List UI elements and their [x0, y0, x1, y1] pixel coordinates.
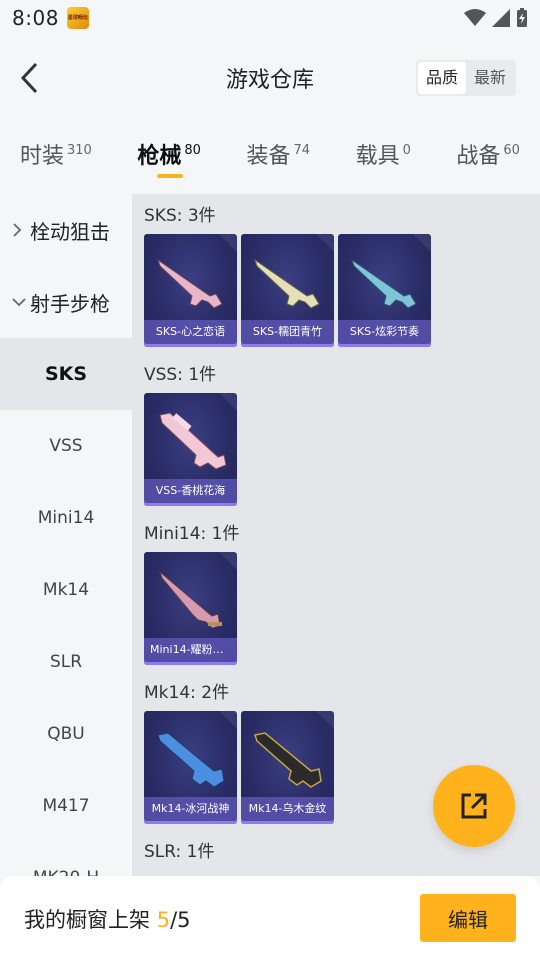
sidebar-item-vss[interactable]: VSS [0, 410, 132, 482]
showcase-label: 我的橱窗上架 5/5 [24, 904, 191, 934]
tab-gear[interactable]: 战备 60 [456, 122, 520, 192]
wifi-icon [464, 9, 486, 26]
tab-count: 60 [503, 143, 520, 158]
sidebar-category-label: 栓动狙击 [30, 219, 110, 244]
weapon-card[interactable]: Mk14-冰河战神 [144, 711, 237, 824]
sort-toggle: 品质 最新 [415, 60, 516, 96]
sidebar-item-mk20h[interactable]: MK20-H [0, 842, 132, 876]
tab-count: 0 [402, 143, 411, 158]
rifle-icon [159, 412, 227, 470]
tab-count: 310 [67, 143, 92, 158]
tab-firearms[interactable]: 枪械 80 [137, 122, 201, 192]
sidebar-item-m417[interactable]: M417 [0, 770, 132, 842]
rifle-icon [254, 732, 322, 788]
app-badge-logo: 星球畅玩 [67, 14, 88, 21]
weapon-card[interactable]: SKS-炫彩节奏 [338, 234, 431, 347]
weapon-card[interactable]: SKS-心之恋语 [144, 234, 237, 347]
sidebar-category-label: 射手步枪 [30, 291, 110, 316]
tab-count: 74 [293, 143, 311, 158]
tab-label: 装备 [246, 144, 291, 169]
group-title: Mini14: 1件 [144, 524, 240, 544]
weapon-card-name: VSS-香桃花海 [144, 479, 237, 503]
rifle-icon [351, 258, 417, 309]
tab-label: 载具 [355, 144, 400, 169]
weapon-card-name: SKS-心之恋语 [144, 320, 237, 344]
edit-button[interactable]: 编辑 [420, 894, 516, 942]
external-link-icon [461, 793, 487, 819]
sidebar-item-mini14[interactable]: Mini14 [0, 482, 132, 554]
status-time: 8:08 [12, 6, 59, 30]
card-row: SKS-心之恋语 SKS-糯团青竹 SKS-炫彩节奏 [144, 234, 540, 347]
weapon-type-sidebar: 栓动狙击 射手步枪 SKS VSS Mini14 Mk14 SLR QBU M4… [0, 194, 132, 876]
weapon-card-name: Mk14-乌木金纹 [241, 797, 334, 821]
card-row: Mini14-耀粉之雨 [144, 552, 540, 665]
rifle-icon [158, 570, 222, 629]
weapon-card[interactable]: Mk14-乌木金纹 [241, 711, 334, 824]
showcase-text: 我的橱窗上架 [24, 908, 150, 932]
sidebar-item-sks[interactable]: SKS [0, 338, 132, 410]
group-title: Mk14: 2件 [144, 683, 230, 703]
category-tabs: 时装 310 枪械 80 装备 74 载具 0 战备 60 [0, 122, 540, 192]
sidebar-item-slr[interactable]: SLR [0, 626, 132, 698]
tab-label: 时装 [20, 144, 65, 169]
weapon-card-name: Mk14-冰河战神 [144, 797, 237, 821]
card-row: VSS-香桃花海 [144, 393, 540, 506]
weapon-card[interactable]: VSS-香桃花海 [144, 393, 237, 506]
sidebar-item-mk14[interactable]: Mk14 [0, 554, 132, 626]
tab-count: 80 [184, 143, 201, 158]
tab-vehicles[interactable]: 载具 0 [356, 122, 411, 192]
showcase-bar: 我的橱窗上架 5/5 编辑 [0, 876, 540, 960]
signal-icon [492, 9, 510, 27]
chevron-down-icon [12, 297, 26, 307]
sidebar-category-dmr[interactable]: 射手步枪 [0, 266, 132, 338]
tab-fashion[interactable]: 时装 310 [20, 122, 92, 192]
sidebar-category-bolt-action[interactable]: 栓动狙击 [0, 194, 132, 266]
weapon-card-name: Mini14-耀粉之雨 [144, 638, 237, 662]
rifle-icon [157, 258, 223, 309]
sidebar-item-qbu[interactable]: QBU [0, 698, 132, 770]
showcase-count-total: 5 [177, 908, 191, 932]
weapon-card[interactable]: Mini14-耀粉之雨 [144, 552, 237, 665]
sort-newest-button[interactable]: 最新 [466, 62, 514, 94]
weapon-card-name: SKS-炫彩节奏 [338, 320, 431, 344]
showcase-count-current: 5 [156, 908, 171, 932]
chevron-right-icon [12, 223, 26, 237]
rifle-icon [157, 732, 225, 788]
active-tab-indicator [157, 174, 184, 178]
battery-icon [517, 8, 527, 27]
tab-label: 枪械 [137, 144, 182, 169]
group-title: VSS: 1件 [144, 365, 217, 385]
group-title: SKS: 3件 [144, 206, 216, 226]
share-fab-button[interactable] [433, 765, 515, 847]
tab-equipment[interactable]: 装备 74 [246, 122, 310, 192]
status-bar: 8:08 星球畅玩 [0, 0, 540, 36]
sort-quality-button[interactable]: 品质 [417, 62, 466, 94]
header: 游戏仓库 品质 最新 [0, 36, 540, 122]
app-notification-icon: 星球畅玩 [66, 7, 89, 29]
weapon-card[interactable]: SKS-糯团青竹 [241, 234, 334, 347]
weapon-card-name: SKS-糯团青竹 [241, 320, 334, 344]
rifle-icon [254, 258, 320, 309]
tab-label: 战备 [456, 144, 501, 169]
